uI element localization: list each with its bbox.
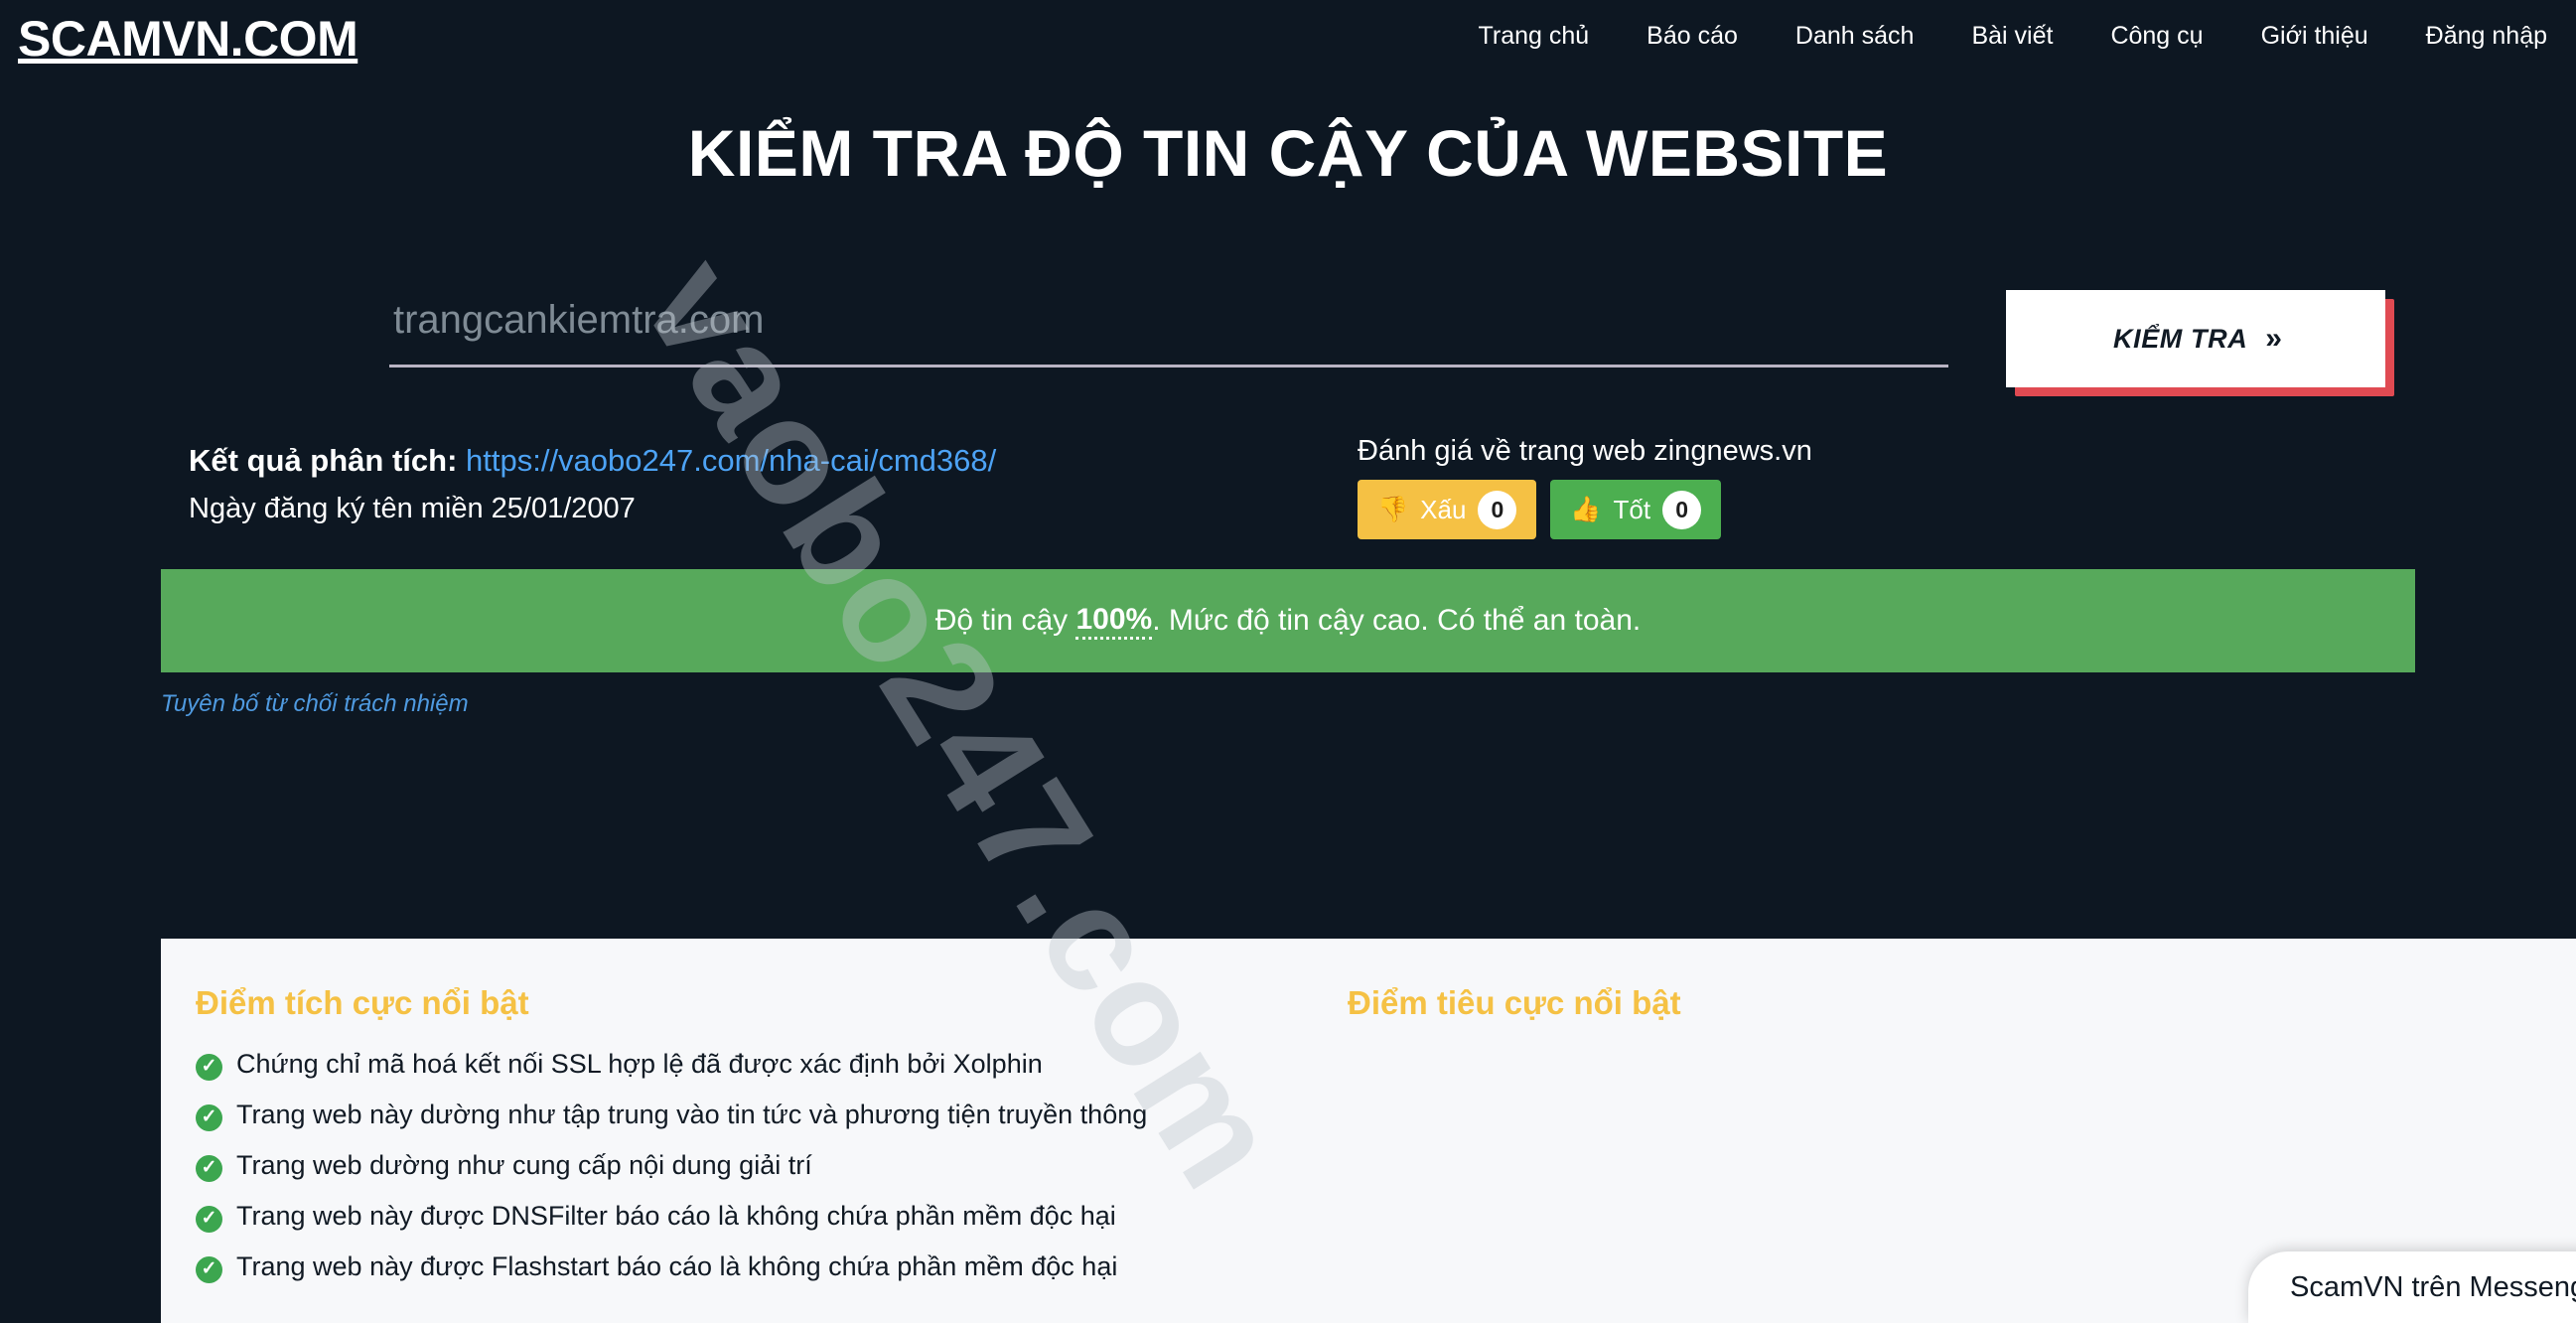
rate-bad-label: Xấu	[1420, 494, 1467, 524]
check-button-label: KIỂM TRA	[2113, 323, 2248, 354]
rate-good-count: 0	[1662, 490, 1702, 529]
trust-score-banner: Độ tin cậy 100%. Mức độ tin cậy cao. Có …	[161, 569, 2415, 673]
list-item-label: Trang web này được Flashstart báo cáo là…	[236, 1251, 1118, 1281]
chevron-right-icon: »	[2265, 322, 2282, 355]
analysis-result-url[interactable]: https://vaobo247.com/nha-cai/cmd368/	[466, 443, 996, 478]
site-logo[interactable]: SCAMVN.COM	[18, 14, 358, 64]
nav-item-gioi-thieu[interactable]: Giới thiệu	[2232, 10, 2397, 62]
thumbs-up-icon: 👍	[1570, 495, 1602, 523]
rate-good-button[interactable]: 👍 Tốt 0	[1550, 480, 1722, 539]
check-circle-icon: ✓	[196, 1155, 222, 1182]
positive-points-column: Điểm tích cực nổi bật ✓ Chứng chỉ mã hoá…	[161, 984, 1323, 1303]
search-row: KIỂM TRA »	[0, 282, 2576, 411]
analysis-result-label: Kết quả phân tích:	[189, 443, 458, 478]
rate-good-label: Tốt	[1613, 494, 1651, 524]
thumbs-down-icon: 👎	[1377, 495, 1409, 523]
trust-percent: 100%	[1075, 603, 1153, 640]
list-item: ✓ Trang web này được Flashstart báo cáo …	[196, 1251, 1323, 1283]
analysis-result-area: Kết quả phân tích: https://vaobo247.com/…	[0, 435, 2576, 539]
trust-prefix: Độ tin cậy	[934, 604, 1069, 638]
list-item-label: Chứng chỉ mã hoá kết nối SSL hợp lệ đã đ…	[236, 1049, 1043, 1079]
negative-points-title: Điểm tiêu cực nổi bật	[1348, 984, 1681, 1021]
list-item: ✓ Trang web này dường như tập trung vào …	[196, 1100, 1323, 1131]
website-url-input[interactable]	[389, 292, 1948, 368]
check-circle-icon: ✓	[196, 1054, 222, 1081]
list-item: ✓ Chứng chỉ mã hoá kết nối SSL hợp lệ đã…	[196, 1049, 1323, 1081]
messenger-widget[interactable]: ScamVN trên Messenger	[2248, 1251, 2576, 1323]
list-item: ✓ Trang web dường như cung cấp nội dung …	[196, 1150, 1323, 1182]
main-navigation: Trang chủ Báo cáo Danh sách Bài viết Côn…	[1450, 10, 2576, 62]
highlights-panel: Điểm tích cực nổi bật ✓ Chứng chỉ mã hoá…	[161, 939, 2576, 1323]
rate-bad-button[interactable]: 👎 Xấu 0	[1358, 480, 1537, 539]
nav-item-danh-sach[interactable]: Danh sách	[1767, 10, 1943, 62]
disclaimer-link[interactable]: Tuyên bố từ chối trách nhiệm	[161, 690, 469, 718]
rate-bad-count: 0	[1478, 490, 1517, 529]
trust-suffix: . Mức độ tin cậy cao. Có thể an toàn.	[1152, 604, 1642, 638]
highlights-columns: Điểm tích cực nổi bật ✓ Chứng chỉ mã hoá…	[161, 939, 2576, 1303]
list-item-label: Trang web dường như cung cấp nội dung gi…	[236, 1150, 812, 1180]
nav-item-cong-cu[interactable]: Công cụ	[2081, 10, 2231, 62]
messenger-label: ScamVN trên Messenger	[2290, 1270, 2576, 1303]
page-title: KIỂM TRA ĐỘ TIN CẬY CỦA WEBSITE	[687, 116, 1889, 190]
list-item-label: Trang web này dường như tập trung vào ti…	[236, 1100, 1148, 1129]
rating-box: Đánh giá về trang web zingnews.vn 👎 Xấu …	[1358, 435, 1812, 539]
list-item-label: Trang web này được DNSFilter báo cáo là …	[236, 1201, 1116, 1231]
check-circle-icon: ✓	[196, 1256, 222, 1283]
rating-title: Đánh giá về trang web zingnews.vn	[1358, 435, 1812, 467]
check-button-wrapper: KIỂM TRA »	[2006, 290, 2394, 396]
nav-item-dang-nhap[interactable]: Đăng nhập	[2397, 10, 2576, 62]
site-header: SCAMVN.COM Trang chủ Báo cáo Danh sách B…	[0, 0, 2576, 77]
check-circle-icon: ✓	[196, 1206, 222, 1233]
page-root: vaobo247.com SCAMVN.COM Trang chủ Báo cá…	[0, 0, 2576, 1323]
positive-points-list: ✓ Chứng chỉ mã hoá kết nối SSL hợp lệ đã…	[196, 1049, 1323, 1283]
nav-item-bao-cao[interactable]: Báo cáo	[1618, 10, 1767, 62]
check-circle-icon: ✓	[196, 1104, 222, 1131]
rating-buttons: 👎 Xấu 0 👍 Tốt 0	[1358, 480, 1812, 539]
nav-item-trang-chu[interactable]: Trang chủ	[1450, 10, 1619, 62]
search-field-wrapper	[389, 292, 1948, 368]
check-button[interactable]: KIỂM TRA »	[2006, 290, 2385, 387]
nav-item-bai-viet[interactable]: Bài viết	[1942, 10, 2081, 62]
list-item: ✓ Trang web này được DNSFilter báo cáo l…	[196, 1201, 1323, 1233]
positive-points-title: Điểm tích cực nổi bật	[196, 984, 529, 1021]
